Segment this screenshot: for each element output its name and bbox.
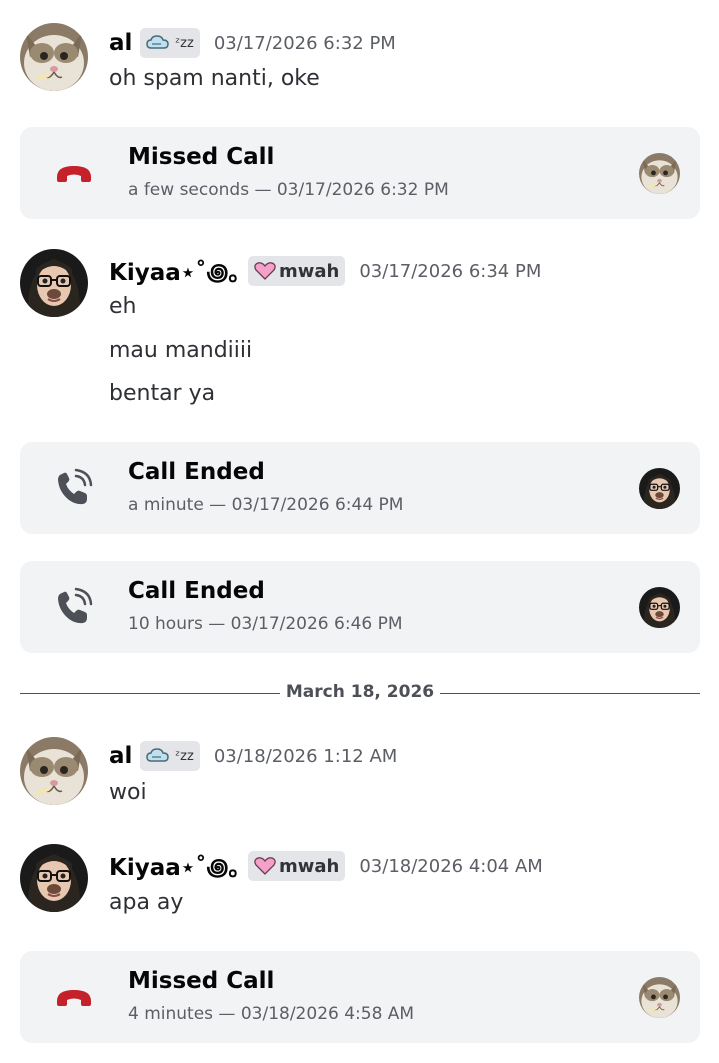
user-tag-text: ᶻz𝗓 xyxy=(175,35,194,51)
username[interactable]: al xyxy=(109,30,132,56)
message-text: oh spam nanti, oke xyxy=(109,66,320,91)
username[interactable]: Kiyaa⋆˚꩜｡ xyxy=(109,848,240,884)
user-tag[interactable]: mwah xyxy=(248,851,346,881)
call-title: Missed Call xyxy=(128,968,275,994)
message-header: Kiyaa⋆˚꩜｡ mwah 03/18/2026 4:04 AM xyxy=(109,850,543,882)
message-text: apa ay xyxy=(109,890,184,915)
girl-avatar-image xyxy=(639,468,680,509)
user-tag-text: mwah xyxy=(279,855,340,877)
message-text: mau mandiiii xyxy=(109,338,253,363)
user-tag-text: ᶻz𝗓 xyxy=(175,748,194,764)
call-participant-avatar[interactable] xyxy=(639,468,680,509)
girl-avatar-image xyxy=(20,844,88,912)
user-tag-text: mwah xyxy=(279,260,340,282)
message-timestamp[interactable]: 03/18/2026 4:04 AM xyxy=(359,856,542,877)
cat-avatar-image xyxy=(639,153,680,194)
call-title: Missed Call xyxy=(128,144,275,170)
cat-avatar-image xyxy=(20,737,88,805)
pink-heart-icon xyxy=(254,262,276,280)
user-tag[interactable]: ᶻz𝗓 xyxy=(140,28,200,58)
avatar[interactable] xyxy=(20,844,88,912)
message-text: eh xyxy=(109,294,137,319)
cat-avatar-image xyxy=(639,977,680,1018)
missed-call-icon xyxy=(52,977,96,1017)
avatar[interactable] xyxy=(20,23,88,91)
call-subtitle: a minute — 03/17/2026 6:44 PM xyxy=(128,495,404,515)
call-title: Call Ended xyxy=(128,459,265,485)
user-tag[interactable]: mwah xyxy=(248,256,346,286)
date-divider: March 18, 2026 xyxy=(20,682,700,706)
user-tag[interactable]: ᶻz𝗓 xyxy=(140,741,200,771)
girl-avatar-image xyxy=(639,587,680,628)
message-timestamp[interactable]: 03/17/2026 6:32 PM xyxy=(214,33,396,54)
cloud-sleep-icon xyxy=(146,34,172,52)
girl-avatar-image xyxy=(20,249,88,317)
call-subtitle: 10 hours — 03/17/2026 6:46 PM xyxy=(128,614,403,634)
message-header: al ᶻz𝗓 03/18/2026 1:12 AM xyxy=(109,740,397,772)
message-header: Kiyaa⋆˚꩜｡ mwah 03/17/2026 6:34 PM xyxy=(109,255,541,287)
missed-call-icon xyxy=(52,153,96,193)
avatar[interactable] xyxy=(20,249,88,317)
call-card[interactable]: Call Ended a minute — 03/17/2026 6:44 PM xyxy=(20,442,700,534)
call-ended-icon xyxy=(52,468,96,508)
call-participant-avatar[interactable] xyxy=(639,587,680,628)
call-card[interactable]: Missed Call a few seconds — 03/17/2026 6… xyxy=(20,127,700,219)
message-text: bentar ya xyxy=(109,381,216,406)
username[interactable]: Kiyaa⋆˚꩜｡ xyxy=(109,253,240,289)
message-timestamp[interactable]: 03/17/2026 6:34 PM xyxy=(359,261,541,282)
date-divider-label: March 18, 2026 xyxy=(285,682,435,702)
pink-heart-icon xyxy=(254,857,276,875)
avatar[interactable] xyxy=(20,737,88,805)
username[interactable]: al xyxy=(109,743,132,769)
call-participant-avatar[interactable] xyxy=(639,153,680,194)
call-card[interactable]: Missed Call 4 minutes — 03/18/2026 4:58 … xyxy=(20,951,700,1043)
message-timestamp[interactable]: 03/18/2026 1:12 AM xyxy=(214,746,397,767)
message-text: woi xyxy=(109,780,147,805)
call-participant-avatar[interactable] xyxy=(639,977,680,1018)
call-ended-icon xyxy=(52,587,96,627)
cloud-sleep-icon xyxy=(146,747,172,765)
cat-avatar-image xyxy=(20,23,88,91)
call-card[interactable]: Call Ended 10 hours — 03/17/2026 6:46 PM xyxy=(20,561,700,653)
call-title: Call Ended xyxy=(128,578,265,604)
call-subtitle: a few seconds — 03/17/2026 6:32 PM xyxy=(128,180,449,200)
divider-line xyxy=(440,693,700,694)
message-header: al ᶻz𝗓 03/17/2026 6:32 PM xyxy=(109,27,396,59)
call-subtitle: 4 minutes — 03/18/2026 4:58 AM xyxy=(128,1004,415,1024)
